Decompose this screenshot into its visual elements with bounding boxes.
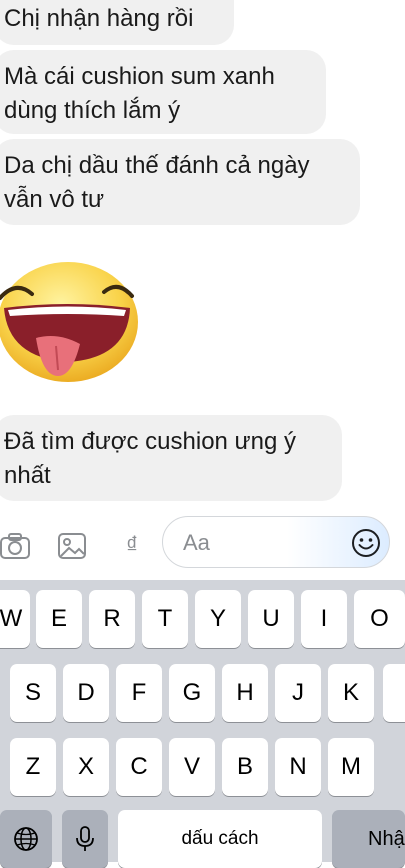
key-m[interactable]: M: [328, 738, 374, 796]
keyboard: W E R T Y U I O S D F G H J K Z X C V B …: [0, 580, 405, 868]
key-y[interactable]: Y: [195, 590, 241, 648]
key-g[interactable]: G: [169, 664, 215, 722]
key-x[interactable]: X: [63, 738, 109, 796]
key-u[interactable]: U: [248, 590, 294, 648]
key-d[interactable]: D: [63, 664, 109, 722]
key-r[interactable]: R: [89, 590, 135, 648]
key-z[interactable]: Z: [10, 738, 56, 796]
message-bubble[interactable]: Chị nhận hàng rồi: [0, 0, 234, 45]
message-input-placeholder: Aa: [183, 530, 210, 555]
return-key[interactable]: Nhập: [332, 810, 405, 868]
key-l-partial[interactable]: [383, 664, 405, 722]
key-w[interactable]: W: [0, 590, 30, 648]
key-j[interactable]: J: [275, 664, 321, 722]
message-input[interactable]: Aa: [162, 516, 390, 568]
key-i[interactable]: I: [301, 590, 347, 648]
key-n[interactable]: N: [275, 738, 321, 796]
message-bubble[interactable]: Mà cái cushion sum xanh dùng thích lắm ý: [0, 50, 326, 134]
key-k[interactable]: K: [328, 664, 374, 722]
key-o[interactable]: O: [354, 590, 405, 648]
photo-icon[interactable]: [56, 530, 88, 562]
smiley-icon[interactable]: [351, 528, 381, 558]
key-f[interactable]: F: [116, 664, 162, 722]
chat-thread: Chị nhận hàng rồi Mà cái cushion sum xan…: [0, 0, 405, 510]
message-bubble[interactable]: Đã tìm được cushion ưng ý nhất: [0, 415, 342, 501]
key-c[interactable]: C: [116, 738, 162, 796]
key-b[interactable]: B: [222, 738, 268, 796]
camera-icon[interactable]: [0, 530, 32, 562]
key-s[interactable]: S: [10, 664, 56, 722]
key-e[interactable]: E: [36, 590, 82, 648]
microphone-key[interactable]: [62, 810, 108, 868]
space-key[interactable]: dấu cách: [118, 810, 322, 868]
message-bubble[interactable]: Da chị dầu thế đánh cả ngày vẫn vô tư: [0, 139, 360, 225]
laughing-tongue-emoji-sticker[interactable]: [0, 258, 142, 388]
key-h[interactable]: H: [222, 664, 268, 722]
key-t[interactable]: T: [142, 590, 188, 648]
globe-key[interactable]: [0, 810, 52, 868]
microphone-icon: [76, 826, 94, 851]
dong-currency-icon[interactable]: ₫: [116, 530, 148, 562]
key-v[interactable]: V: [169, 738, 215, 796]
globe-icon: [14, 827, 38, 851]
